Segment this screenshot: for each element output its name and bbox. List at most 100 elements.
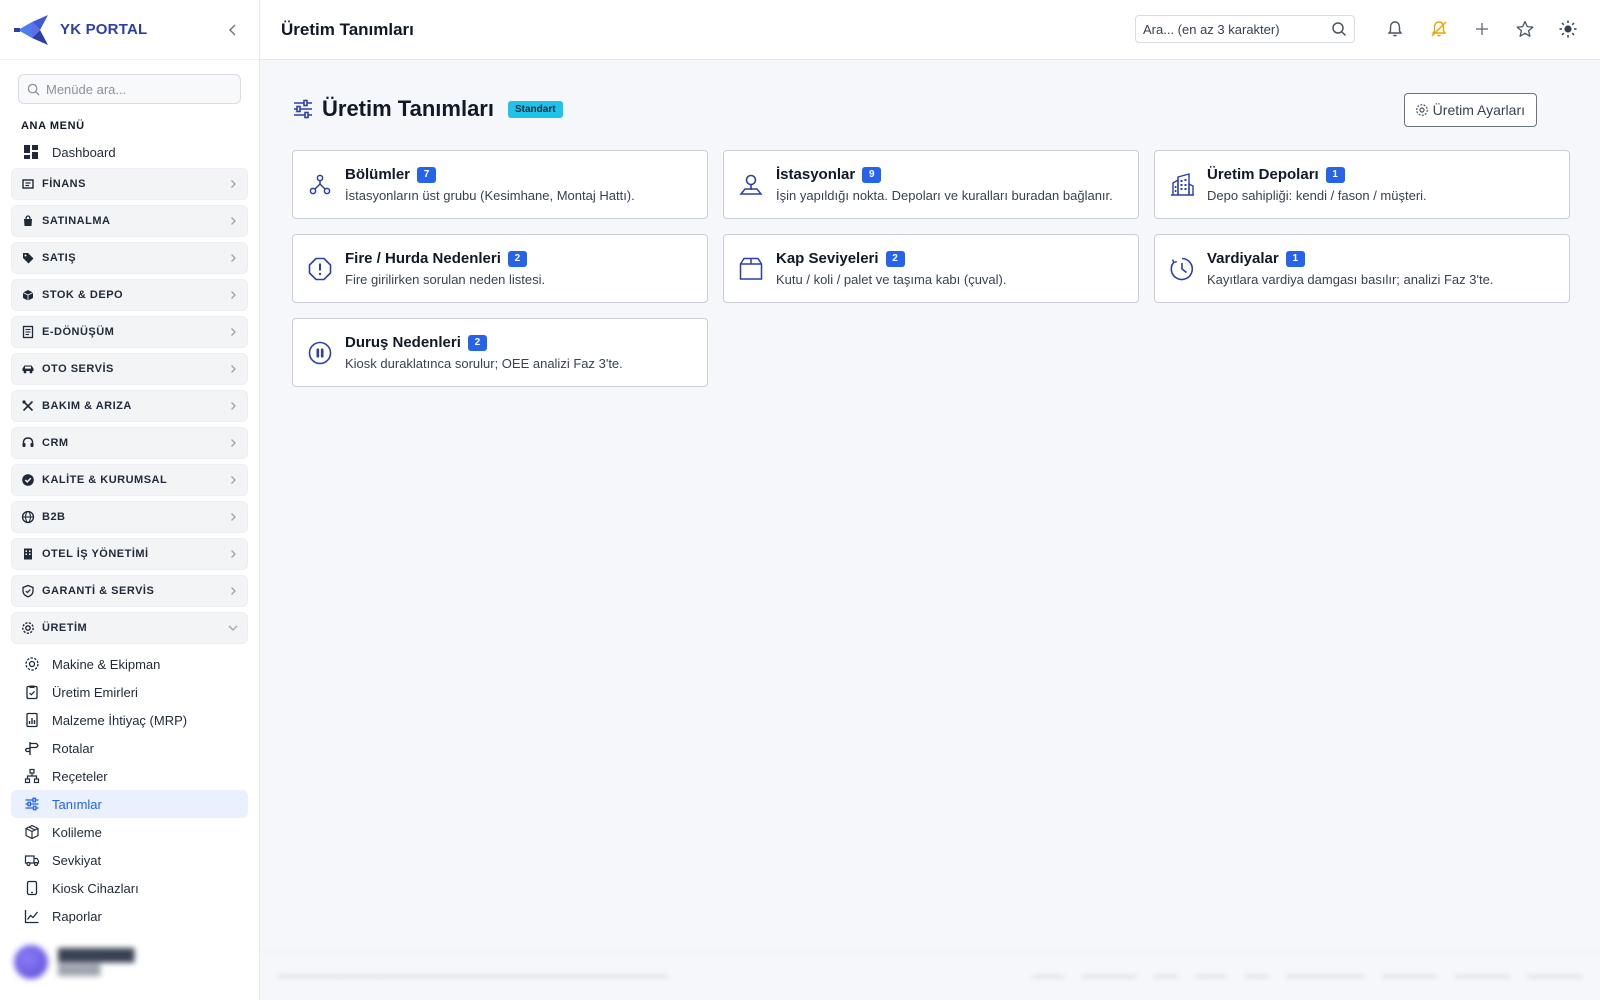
sidebar-group-bakim-ariza[interactable]: BAKIM & ARIZA bbox=[11, 390, 248, 422]
sidebar-item-receteler[interactable]: Reçeteler bbox=[11, 762, 248, 790]
sidebar-group-satinalma[interactable]: SATINALMA bbox=[11, 205, 248, 237]
star-icon[interactable] bbox=[1515, 19, 1535, 39]
sidebar-group-uretim[interactable]: ÜRETİM bbox=[11, 612, 248, 644]
sidebar-group-satis[interactable]: SATIŞ bbox=[11, 242, 248, 274]
sidebar-item-raporlar[interactable]: Raporlar bbox=[11, 902, 248, 930]
sidebar-item-sevkiyat[interactable]: Sevkiyat bbox=[11, 846, 248, 874]
shield-icon bbox=[21, 584, 35, 598]
sidebar-group-otel-is-yonetimi[interactable]: OTEL İŞ YÖNETİMİ bbox=[11, 538, 248, 570]
definition-card-kap-seviyeleri[interactable]: Kap Seviyeleri 2 Kutu / koli / palet ve … bbox=[723, 234, 1139, 303]
sidebar-group-crm[interactable]: CRM bbox=[11, 427, 248, 459]
sidebar-item-label: Tanımlar bbox=[52, 796, 102, 812]
definition-card-fire-hurda-nedenleri[interactable]: Fire / Hurda Nedenleri 2 Fire girilirken… bbox=[292, 234, 708, 303]
menu-search-input[interactable] bbox=[46, 81, 226, 97]
tablet-icon bbox=[24, 880, 40, 896]
footer-link[interactable]: ─────── bbox=[1527, 971, 1582, 983]
verified-icon bbox=[21, 473, 35, 487]
sidebar-item-kiosk-cihazlari[interactable]: Kiosk Cihazları bbox=[11, 874, 248, 902]
definition-card-uretim-depolari[interactable]: Üretim Depoları 1 Depo sahipliği: kendi … bbox=[1154, 150, 1570, 219]
clock-icon bbox=[1169, 256, 1195, 282]
card-description: Kiosk duraklatınca sorulur; OEE analizi … bbox=[345, 356, 623, 371]
sidebar-group-stok-depo[interactable]: STOK & DEPO bbox=[11, 279, 248, 311]
sidebar-group-e-donusum[interactable]: E-DÖNÜŞÜM bbox=[11, 316, 248, 348]
topbar: Üretim Tanımları bbox=[260, 0, 1600, 60]
footer-link[interactable]: ─────── bbox=[1455, 971, 1510, 983]
box-icon bbox=[21, 288, 35, 302]
sidebar-item-uretim-emirleri[interactable]: Üretim Emirleri bbox=[11, 678, 248, 706]
sidebar-item-rotalar[interactable]: Rotalar bbox=[11, 734, 248, 762]
definition-card-vardiyalar[interactable]: Vardiyalar 1 Kayıtlara vardiya damgası b… bbox=[1154, 234, 1570, 303]
footer-link[interactable]: ─── bbox=[1245, 971, 1268, 983]
sidebar-item-dashboard[interactable]: Dashboard bbox=[0, 138, 259, 166]
footer-link[interactable]: ────────── bbox=[1286, 971, 1364, 983]
footer-link[interactable]: ─────── bbox=[1082, 971, 1137, 983]
global-search[interactable] bbox=[1135, 15, 1355, 43]
signpost-icon bbox=[24, 740, 40, 756]
gear-icon bbox=[21, 621, 35, 635]
chevron-right-icon bbox=[231, 550, 236, 558]
bell-off-icon[interactable] bbox=[1429, 19, 1449, 39]
count-badge: 9 bbox=[862, 166, 882, 183]
chevron-right-icon bbox=[231, 291, 236, 299]
chevron-left-icon bbox=[229, 24, 236, 35]
avatar bbox=[14, 945, 48, 979]
section-title: ANA MENÜ bbox=[21, 120, 85, 132]
sidebar-group-oto-servis[interactable]: OTO SERVİS bbox=[11, 353, 248, 385]
finance-icon bbox=[21, 177, 35, 191]
sun-icon[interactable] bbox=[1558, 19, 1578, 39]
footer-link[interactable]: ──── bbox=[1196, 971, 1227, 983]
line-chart-icon bbox=[24, 908, 40, 924]
sidebar-group-label: STOK & DEPO bbox=[42, 289, 124, 301]
search-icon[interactable] bbox=[1331, 21, 1347, 37]
sidebar-item-malzeme-ihtiyac-mrp[interactable]: Malzeme İhtiyaç (MRP) bbox=[11, 706, 248, 734]
chart-doc-icon bbox=[24, 712, 40, 728]
footer-link[interactable]: ─────── bbox=[1382, 971, 1437, 983]
sidebar-item-label: Üretim Emirleri bbox=[52, 684, 138, 700]
headset-icon bbox=[21, 436, 35, 450]
production-settings-button[interactable]: Üretim Ayarları bbox=[1403, 93, 1537, 127]
footer-link[interactable]: ─── bbox=[1154, 971, 1177, 983]
collapse-sidebar-button[interactable] bbox=[221, 18, 245, 42]
footer-link[interactable]: ──── bbox=[1033, 971, 1064, 983]
sidebar-group-label: SATIŞ bbox=[42, 252, 77, 264]
user-name: █████████ bbox=[58, 948, 135, 962]
sidebar-item-makine-ekipman[interactable]: Makine & Ekipman bbox=[11, 650, 248, 678]
pause-icon bbox=[307, 340, 333, 366]
definition-card-istasyonlar[interactable]: İstasyonlar 9 İşin yapıldığı nokta. Depo… bbox=[723, 150, 1139, 219]
sidebar-group-garanti-servis[interactable]: GARANTİ & SERVİS bbox=[11, 575, 248, 607]
brand: YK PORTAL bbox=[0, 0, 259, 60]
main-content: Üretim Tanımları Standart Üretim Ayarlar… bbox=[260, 60, 1600, 1000]
chevron-right-icon bbox=[231, 365, 236, 373]
document-icon bbox=[21, 325, 35, 339]
warning-icon bbox=[307, 256, 333, 282]
building-icon bbox=[21, 547, 35, 561]
definition-card-durus-nedenleri[interactable]: Duruş Nedenleri 2 Kiosk duraklatınca sor… bbox=[292, 318, 708, 387]
definition-card-bolumler[interactable]: Bölümler 7 İstasyonların üst grubu (Kesi… bbox=[292, 150, 708, 219]
global-search-input[interactable] bbox=[1143, 21, 1323, 37]
sidebar-group-kalite-kurumsal[interactable]: KALİTE & KURUMSAL bbox=[11, 464, 248, 496]
sidebar-group-finans[interactable]: FİNANS bbox=[11, 168, 248, 200]
chevron-right-icon bbox=[231, 587, 236, 595]
chevron-right-icon bbox=[231, 402, 236, 410]
sidebar-item-tanimlar[interactable]: Tanımlar bbox=[11, 790, 248, 818]
sidebar-item-label: Reçeteler bbox=[52, 768, 108, 784]
sidebar-item-kolileme[interactable]: Kolileme bbox=[11, 818, 248, 846]
gear-icon bbox=[1415, 104, 1428, 116]
menu-search[interactable] bbox=[18, 74, 241, 104]
plus-icon[interactable] bbox=[1472, 19, 1492, 39]
sidebar-item-label: Raporlar bbox=[52, 908, 102, 924]
sidebar-item-label: Malzeme İhtiyaç (MRP) bbox=[52, 712, 188, 728]
dashboard-icon bbox=[24, 145, 38, 159]
chevron-right-icon bbox=[231, 439, 236, 447]
count-badge: 1 bbox=[1325, 166, 1345, 183]
sidebar-group-b2b[interactable]: B2B bbox=[11, 501, 248, 533]
box-icon bbox=[738, 256, 764, 282]
card-description: İşin yapıldığı nokta. Depoları ve kurall… bbox=[776, 188, 1113, 203]
bell-icon[interactable] bbox=[1385, 19, 1405, 39]
sidebar-group-label: ÜRETİM bbox=[42, 622, 88, 634]
sidebar-group-label: BAKIM & ARIZA bbox=[42, 400, 132, 412]
sidebar-item-label: Dashboard bbox=[52, 144, 116, 160]
sidebar-group-label: E-DÖNÜŞÜM bbox=[42, 326, 115, 338]
user-profile[interactable]: █████████ ██████ bbox=[14, 942, 246, 982]
card-title: Duruş Nedenleri bbox=[345, 334, 461, 351]
